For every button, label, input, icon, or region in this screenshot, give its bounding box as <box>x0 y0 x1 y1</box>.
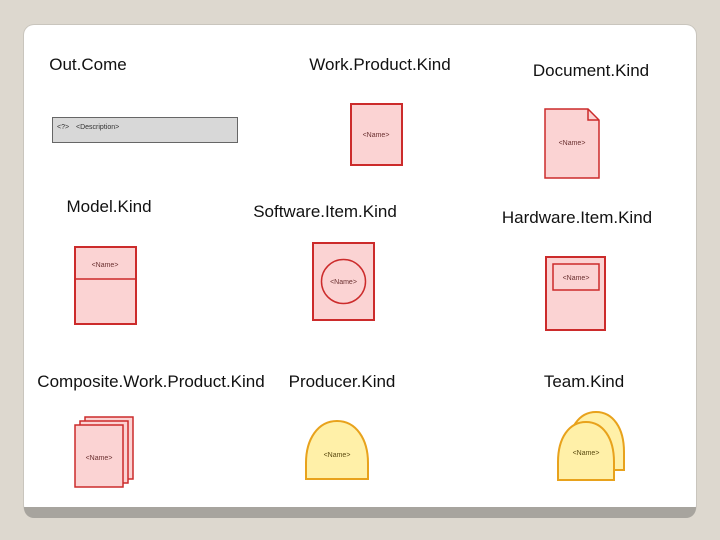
label-team-kind: Team.Kind <box>543 372 625 391</box>
producer-name-text: <Name> <box>324 452 351 459</box>
label-document-kind: Document.Kind <box>532 61 650 80</box>
model-name-text: <Name> <box>92 262 119 269</box>
label-software-item-kind: Software.Item.Kind <box>253 202 397 221</box>
document-kind-symbol: <Name> <box>544 108 600 179</box>
work-product-name-text: <Name> <box>363 132 390 139</box>
label-work-product-kind: Work.Product.Kind <box>309 55 451 74</box>
label-outcome: Out.Come <box>49 55 127 74</box>
hardware-name-text: <Name> <box>563 275 590 282</box>
hardware-item-kind-symbol: <Name> <box>545 256 606 331</box>
software-name-text: <Name> <box>330 279 357 286</box>
label-model-kind: Model.Kind <box>66 197 152 216</box>
slide-bottom-edge <box>24 507 696 518</box>
outcome-description: <Description> <box>76 124 119 131</box>
model-kind-symbol: <Name> <box>74 246 137 325</box>
composite-work-product-kind-symbol: <Name> <box>74 416 134 488</box>
outcome-symbol: <?> <Description> <box>52 117 238 143</box>
team-name-text: <Name> <box>573 450 600 457</box>
label-producer-kind: Producer.Kind <box>288 372 396 391</box>
producer-kind-symbol: <Name> <box>305 419 369 480</box>
work-product-kind-symbol: <Name> <box>350 103 403 166</box>
label-composite-work-product-kind: Composite.Work.Product.Kind <box>37 372 265 391</box>
label-hardware-item-kind: Hardware.Item.Kind <box>501 208 653 227</box>
outcome-id: <?> <box>57 124 69 131</box>
software-item-kind-symbol: <Name> <box>312 242 375 321</box>
composite-name-text: <Name> <box>86 455 113 462</box>
document-name-text: <Name> <box>559 140 586 147</box>
team-kind-symbol: <Name> <box>557 410 625 481</box>
